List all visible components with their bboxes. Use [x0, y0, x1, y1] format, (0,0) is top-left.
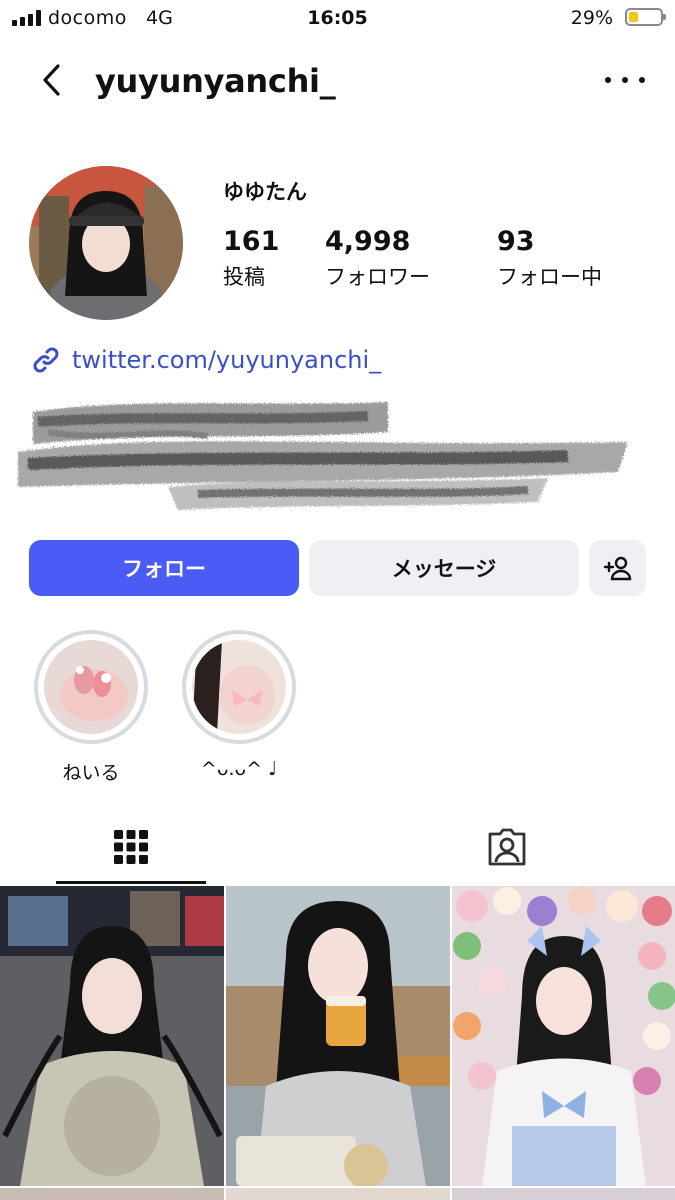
active-tab-indicator: [56, 881, 206, 884]
highlight-thumbnail: [44, 640, 138, 734]
post-thumbnail[interactable]: [0, 886, 224, 1186]
stat-followers-label: フォロワー: [325, 265, 430, 289]
grid-icon: [114, 830, 148, 864]
more-horizontal-icon[interactable]: [605, 68, 645, 92]
stat-posts[interactable]: 161 投稿: [223, 226, 279, 291]
link-icon: [33, 347, 59, 373]
stat-following-count: 93: [497, 226, 535, 257]
stat-posts-label: 投稿: [223, 265, 265, 289]
display-name: ゆゆたん: [223, 180, 307, 204]
add-person-button[interactable]: [589, 540, 646, 596]
profile-link-text[interactable]: twitter.com/yuyunyanchi_: [72, 346, 381, 374]
highlight-label: ^ᴗ.ᴗ^ ♩: [200, 758, 278, 780]
highlight-ring: [34, 630, 148, 744]
redacted-bio: [18, 402, 628, 510]
battery-level: [629, 12, 638, 22]
post-thumbnail[interactable]: [226, 886, 450, 1186]
post-thumbnail[interactable]: [0, 1188, 224, 1200]
stat-posts-count: 161: [223, 226, 280, 257]
post-thumbnail[interactable]: [226, 1188, 450, 1200]
stat-followers-count: 4,998: [325, 226, 411, 257]
post-thumbnail[interactable]: [452, 886, 675, 1186]
battery-icon: [625, 8, 666, 26]
profile-link[interactable]: twitter.com/yuyunyanchi_: [30, 344, 381, 376]
stat-followers[interactable]: 4,998 フォロワー: [325, 226, 430, 291]
highlight-ring: [182, 630, 296, 744]
add-person-icon: [603, 556, 631, 581]
stat-following-label: フォロー中: [497, 265, 602, 289]
chevron-left-icon[interactable]: [34, 60, 74, 100]
highlight-item[interactable]: ^ᴗ.ᴗ^ ♩: [182, 630, 296, 780]
profile-header: yuyunyanchi_: [0, 46, 675, 118]
status-bar: docomo 4G 16:05 29%: [0, 0, 675, 38]
message-button[interactable]: メッセージ: [309, 540, 579, 596]
highlight-thumbnail: [192, 640, 286, 734]
profile-username: yuyunyanchi_: [95, 62, 336, 100]
tagged-person-icon: [488, 828, 525, 866]
post-thumbnail[interactable]: [452, 1188, 675, 1200]
tab-tagged[interactable]: [394, 810, 619, 884]
profile-tabs: [0, 810, 675, 886]
follow-button[interactable]: フォロー: [29, 540, 299, 596]
tab-posts-grid[interactable]: [56, 810, 206, 884]
stat-following[interactable]: 93 フォロー中: [497, 226, 602, 291]
battery-percent: 29%: [570, 7, 613, 29]
highlight-item[interactable]: ねいる: [34, 630, 148, 785]
highlight-label: ねいる: [62, 762, 120, 784]
avatar[interactable]: [29, 166, 183, 320]
